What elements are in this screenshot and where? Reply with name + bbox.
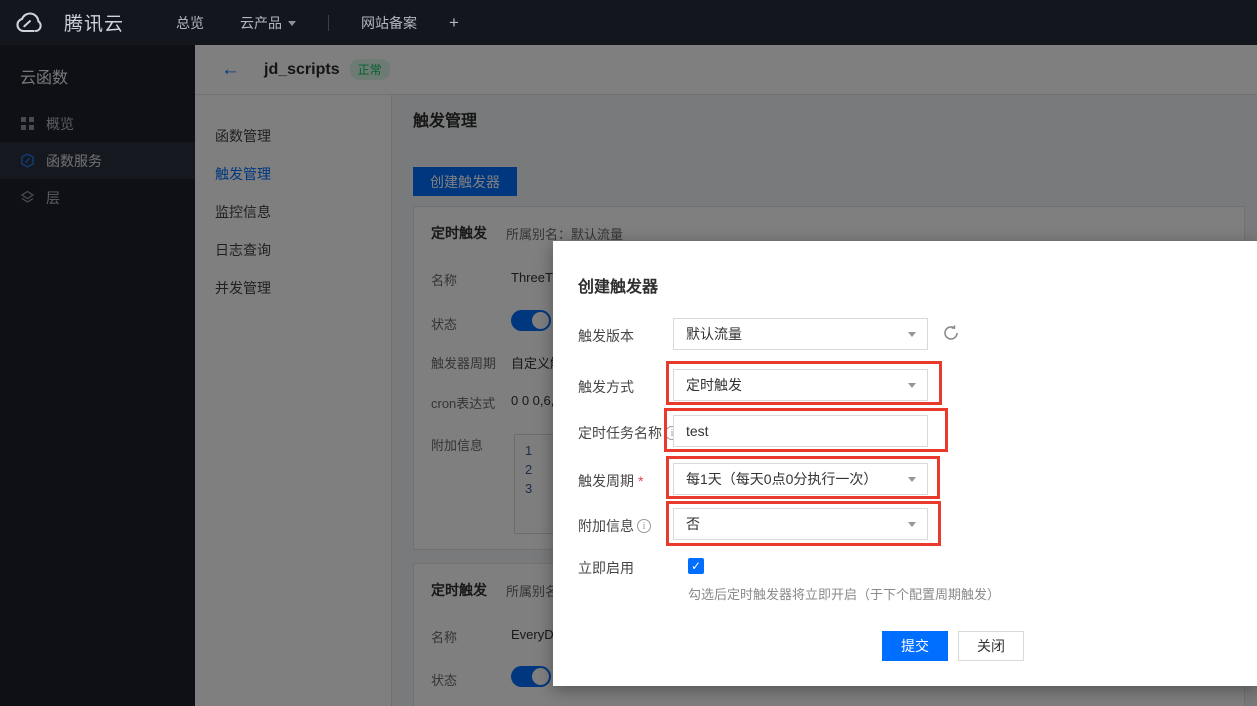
version-label: 触发版本 (578, 326, 634, 346)
close-button[interactable]: 关闭 (958, 631, 1024, 661)
nav-beian[interactable]: 网站备案 (361, 13, 417, 33)
enable-now-checkbox[interactable] (688, 558, 704, 574)
version-select-value: 默认流量 (686, 324, 742, 344)
chevron-down-icon (908, 332, 916, 337)
task-name-input[interactable] (673, 415, 928, 447)
tencent-cloud-logo-icon (14, 12, 44, 34)
task-name-label: 定时任务名称 (578, 423, 688, 443)
required-asterisk (638, 473, 643, 489)
brand[interactable]: 腾讯云 (14, 9, 124, 36)
extra-info-select[interactable]: 否 (673, 508, 928, 540)
chevron-down-icon (908, 477, 916, 482)
trigger-period-label: 触发周期 (578, 471, 643, 491)
top-nav: 腾讯云 总览 云产品 网站备案 + (0, 0, 1257, 45)
nav-overview[interactable]: 总览 (176, 13, 204, 33)
refresh-icon[interactable] (941, 323, 963, 345)
nav-products[interactable]: 云产品 (240, 13, 296, 33)
brand-name: 腾讯云 (64, 9, 124, 36)
chevron-down-icon (908, 383, 916, 388)
trigger-period-select[interactable]: 每1天（每天0点0分执行一次） (673, 463, 928, 495)
trigger-type-select-value: 定时触发 (686, 375, 742, 395)
modal-title: 创建触发器 (578, 273, 658, 297)
chevron-down-icon (288, 21, 296, 26)
trigger-period-select-value: 每1天（每天0点0分执行一次） (686, 469, 877, 489)
info-icon (637, 519, 651, 533)
version-select[interactable]: 默认流量 (673, 318, 928, 350)
trigger-type-select[interactable]: 定时触发 (673, 369, 928, 401)
submit-button[interactable]: 提交 (882, 631, 948, 661)
extra-info-label: 附加信息 (578, 516, 651, 536)
enable-now-label: 立即启用 (578, 558, 634, 578)
extra-info-select-value: 否 (686, 514, 700, 534)
trigger-type-label: 触发方式 (578, 377, 634, 397)
enable-now-hint: 勾选后定时触发器将立即开启（于下个配置周期触发） (688, 584, 1000, 603)
create-trigger-modal: 创建触发器 触发版本 默认流量 触发方式 定时触发 定时任务名称 触发周期 每1… (553, 241, 1257, 686)
nav-divider (328, 15, 329, 31)
nav-add-tab[interactable]: + (449, 13, 459, 33)
chevron-down-icon (908, 522, 916, 527)
